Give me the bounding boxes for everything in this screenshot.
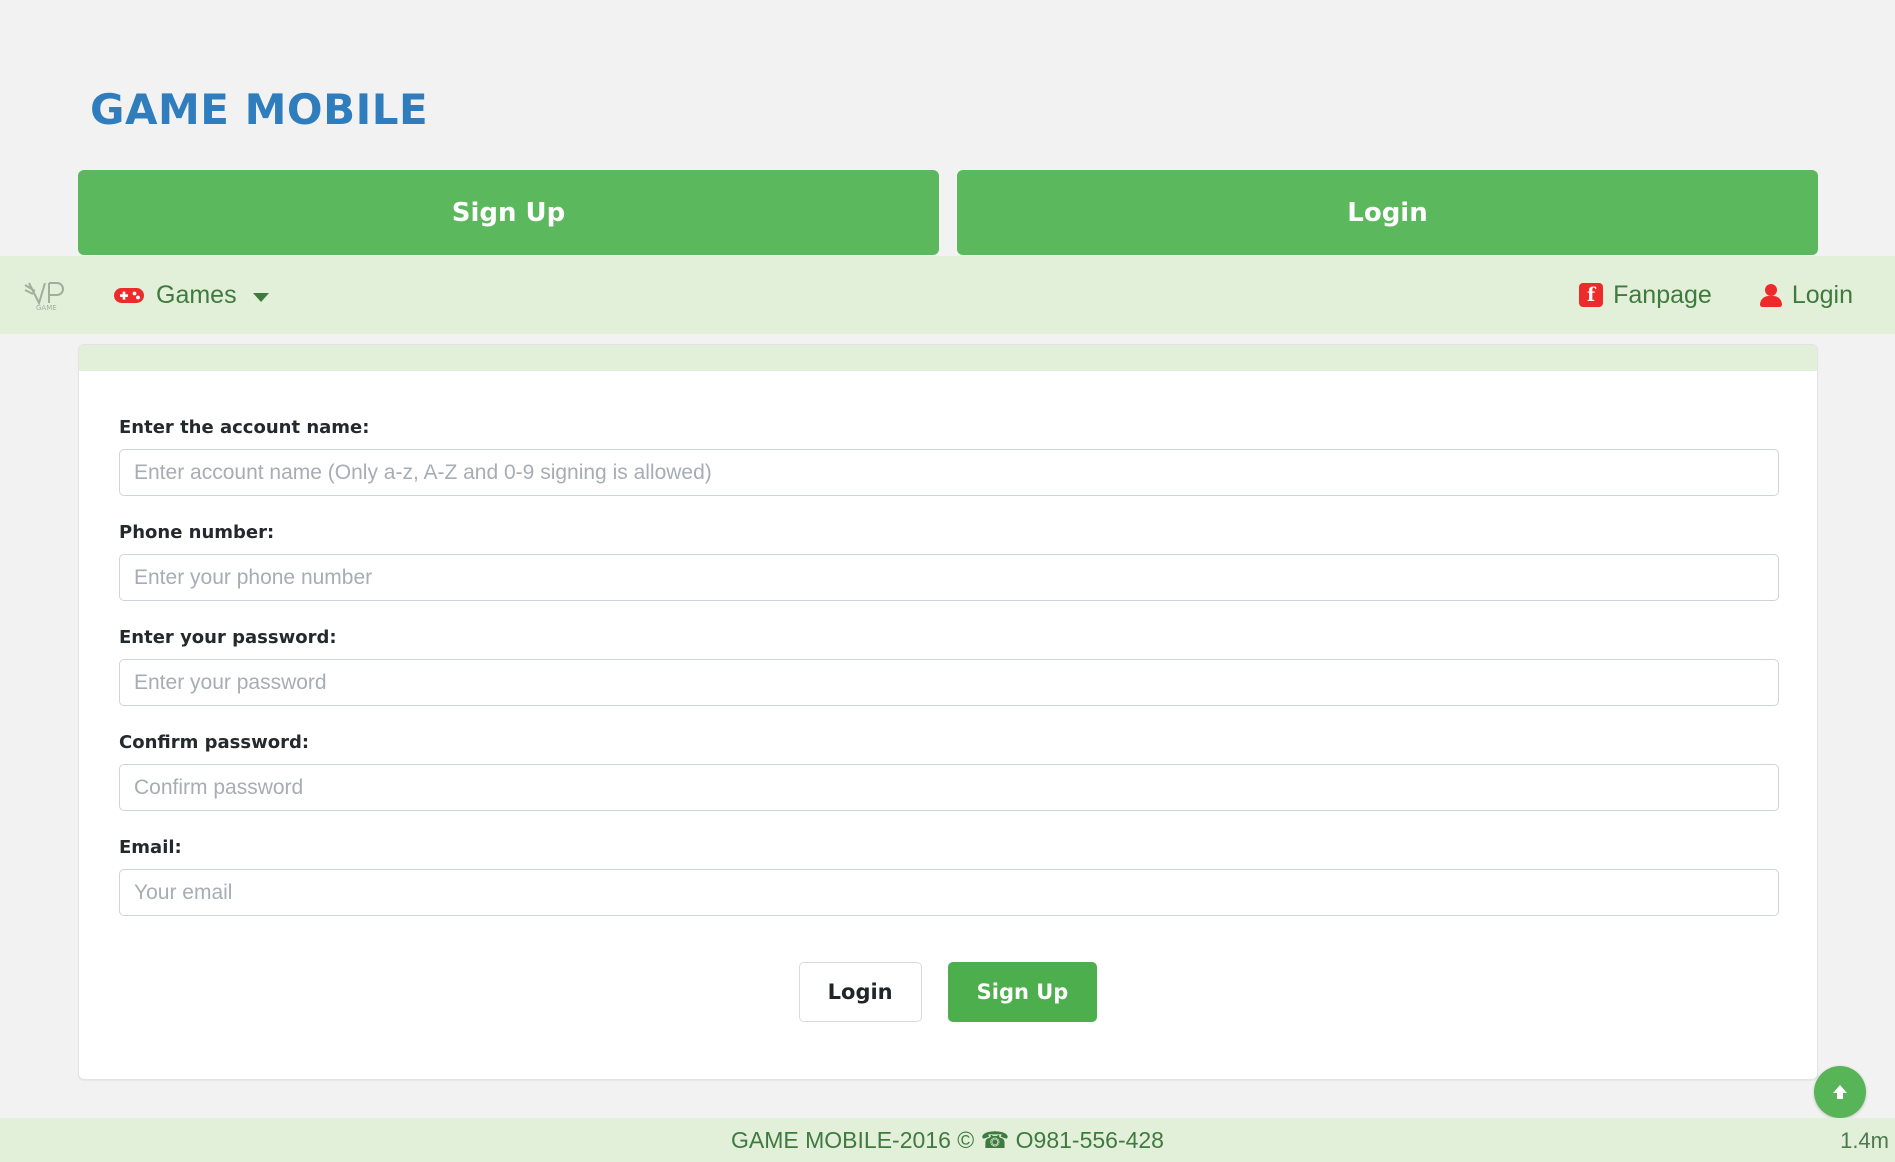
page-title: GAME MOBILE (90, 85, 429, 134)
navbar-right: f Fanpage Login (1579, 281, 1895, 310)
phone-number-input[interactable] (119, 554, 1779, 601)
nav-item-fanpage-label: Fanpage (1613, 280, 1712, 309)
scroll-to-top-button[interactable] (1814, 1066, 1866, 1118)
account-name-input[interactable] (119, 449, 1779, 496)
facebook-icon: f (1579, 283, 1604, 307)
password-input[interactable] (119, 659, 1779, 706)
footer: GAME MOBILE-2016 © ☎ O981-556-428 (0, 1118, 1895, 1162)
site-logo-icon[interactable]: GAME (22, 275, 68, 315)
email-label: Email: (119, 837, 182, 858)
footer-text: GAME MOBILE-2016 © ☎ O981-556-428 (731, 1126, 1164, 1153)
nav-item-login-label: Login (1791, 280, 1853, 309)
nav-item-games-label: Games (156, 280, 237, 309)
top-signup-button[interactable]: Sign Up (78, 170, 939, 255)
account-name-label: Enter the account name: (119, 417, 370, 438)
auth-button-row: Sign Up Login (78, 170, 1818, 255)
phone-number-label: Phone number: (119, 522, 275, 543)
signup-panel: Enter the account name: Phone number: En… (78, 344, 1818, 1080)
form-signup-button[interactable]: Sign Up (947, 962, 1098, 1022)
field-group-password: Enter your password: (119, 627, 1779, 706)
form-actions: Login Sign Up (119, 962, 1777, 1022)
field-group-account-name: Enter the account name: (119, 417, 1779, 496)
svg-text:GAME: GAME (36, 304, 57, 312)
nav-item-fanpage[interactable]: f Fanpage (1579, 281, 1712, 310)
password-label: Enter your password: (119, 627, 337, 648)
arrow-up-icon (1833, 1085, 1847, 1099)
nav-item-games[interactable]: Games (114, 281, 269, 310)
confirm-password-input[interactable] (119, 764, 1779, 811)
signup-form: Enter the account name: Phone number: En… (79, 371, 1817, 1022)
field-group-phone-number: Phone number: (119, 522, 1779, 601)
top-login-button[interactable]: Login (957, 170, 1818, 255)
navbar: GAME Games f Fanpage Login (0, 256, 1895, 334)
nav-item-login[interactable]: Login (1759, 280, 1853, 310)
page-root: GAME MOBILE Sign Up Login GAME Games f F… (0, 0, 1895, 1162)
panel-header-strip (79, 345, 1817, 371)
form-login-button[interactable]: Login (798, 962, 922, 1022)
corner-note: 1.4m (1840, 1128, 1889, 1153)
navbar-left: GAME Games (0, 275, 269, 315)
chevron-down-icon (252, 292, 269, 302)
email-input[interactable] (119, 869, 1779, 916)
user-icon (1759, 283, 1782, 307)
confirm-password-label: Confirm password: (119, 732, 310, 753)
field-group-confirm-password: Confirm password: (119, 732, 1779, 811)
gamepad-icon (114, 285, 144, 306)
field-group-email: Email: (119, 837, 1779, 916)
